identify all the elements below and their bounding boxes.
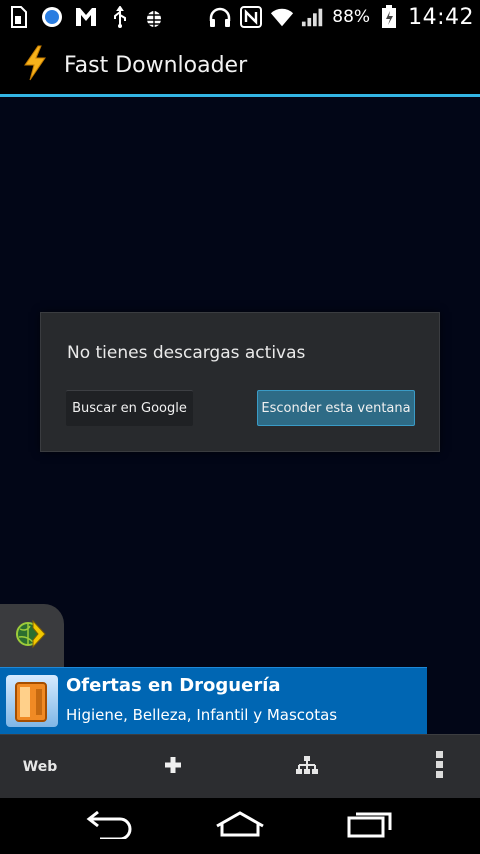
sd-card-icon — [6, 5, 30, 29]
nfc-icon — [239, 5, 263, 29]
signal-icon — [301, 5, 325, 29]
add-button[interactable] — [150, 735, 196, 799]
battery-charging-icon — [377, 5, 401, 29]
overflow-menu-button[interactable] — [418, 735, 462, 799]
ad-banner[interactable]: Ofertas en Droguería Higiene, Belleza, I… — [0, 667, 427, 734]
ad-subtitle: Higiene, Belleza, Infantil y Mascotas — [66, 706, 338, 724]
gmail-icon — [74, 5, 98, 29]
action-bar: Fast Downloader — [0, 34, 480, 96]
wifi-icon — [270, 5, 294, 29]
home-icon — [214, 810, 266, 842]
chrome-icon — [40, 5, 64, 29]
clock: 14:42 — [408, 4, 474, 30]
usb-icon — [108, 5, 132, 29]
system-nav-bar — [0, 798, 480, 854]
globe-arrow-icon — [13, 617, 47, 655]
ad-thumbnail — [6, 675, 58, 727]
dialog-message: No tienes descargas activas — [67, 343, 306, 363]
status-bar: 88% 14:42 — [0, 0, 480, 34]
sitemap-icon — [296, 755, 318, 779]
back-icon — [86, 809, 134, 843]
home-button[interactable] — [200, 798, 280, 854]
android-debug-icon — [142, 5, 166, 29]
app-title: Fast Downloader — [64, 52, 248, 78]
bottom-toolbar: Web — [0, 734, 480, 798]
lightning-bolt-icon[interactable] — [22, 45, 48, 85]
ad-title: Ofertas en Droguería — [66, 675, 281, 696]
back-button[interactable] — [70, 798, 150, 854]
battery-percent: 88% — [332, 7, 371, 27]
hide-window-button[interactable]: Esconder esta ventana — [257, 390, 415, 426]
overflow-menu-icon — [436, 751, 444, 783]
sitemap-button[interactable] — [284, 735, 330, 799]
recent-apps-button[interactable] — [330, 798, 410, 854]
plus-icon — [163, 755, 183, 779]
search-google-button[interactable]: Buscar en Google — [66, 390, 193, 426]
no-downloads-dialog: No tienes descargas activas Buscar en Go… — [40, 312, 440, 452]
web-button[interactable]: Web — [0, 735, 80, 799]
side-tab[interactable] — [0, 604, 64, 668]
headphones-icon — [208, 5, 232, 29]
recent-apps-icon — [346, 810, 394, 842]
